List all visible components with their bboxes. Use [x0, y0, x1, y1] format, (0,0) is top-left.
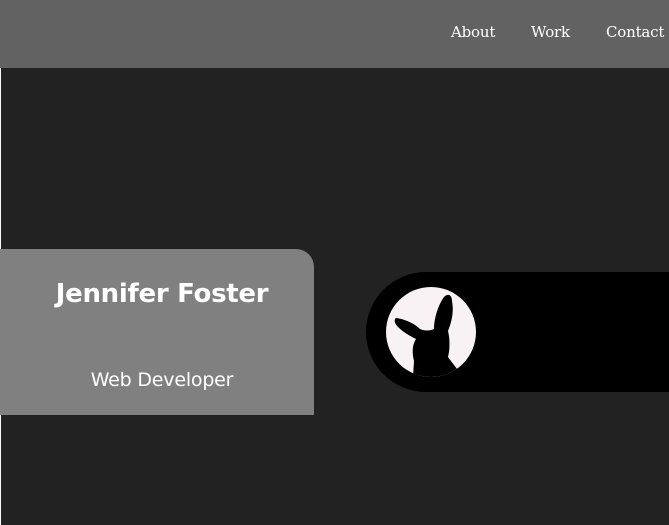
avatar — [386, 287, 476, 377]
nav-link-work[interactable]: Work — [531, 23, 570, 41]
nav-link-about[interactable]: About — [451, 23, 495, 41]
nav-link-contact[interactable]: Contact — [606, 23, 664, 41]
top-navbar: About Work Contact — [0, 0, 669, 68]
profile-role: Web Developer — [90, 369, 234, 391]
profile-name: Jennifer Foster — [55, 279, 269, 309]
